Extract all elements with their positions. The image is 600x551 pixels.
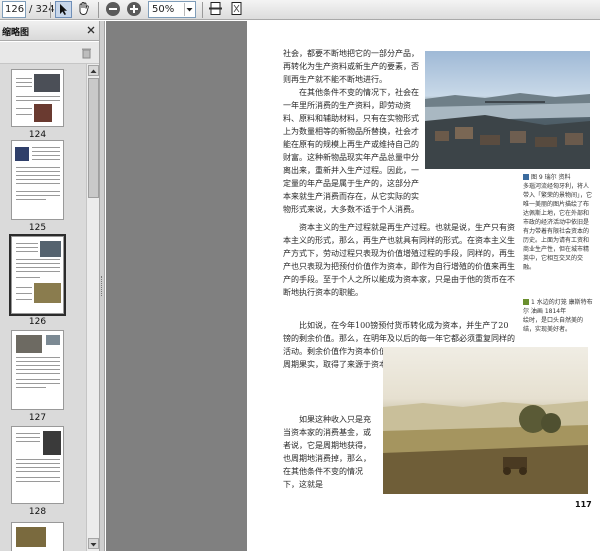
- zoom-out-icon[interactable]: [105, 1, 122, 18]
- text-block-bottom: 如果这种收入只是充当资本家的消费基金，或者说，它是周期地获得，也周期地消费掉，那…: [283, 413, 377, 491]
- caption-title: 图 9 瑞尔 资料: [523, 173, 593, 182]
- thumbnail-label: 124: [28, 130, 47, 140]
- toolbar-separator: [50, 2, 51, 18]
- zoom-level-value: 50%: [152, 4, 175, 15]
- thumbnails-panel-title: 缩略图: [2, 28, 30, 38]
- photo-caption-1: 图 9 瑞尔 资料 多瑙河流经匈牙利，将人带入「繁荣的景物间」，它唯一美丽的图片…: [523, 173, 593, 272]
- thumbnail-page[interactable]: 128: [11, 426, 64, 517]
- paragraph: 在其他条件不变的情况下，社会在一年里所消费的生产资料，即劳动资料、原料和辅助材料…: [283, 88, 419, 214]
- zoom-in-icon[interactable]: [126, 1, 143, 18]
- caption-body: 多瑙河流经匈牙利，将人带入「繁荣的景物间」，它唯一美丽的图片描绘了布达佩斯上地，…: [523, 183, 593, 271]
- caption-marker-icon: [523, 174, 529, 180]
- fit-page-icon[interactable]: [229, 1, 246, 18]
- zoom-level-select[interactable]: 50%: [148, 1, 196, 18]
- thumbnail-list[interactable]: 124 125 126 127 128: [0, 64, 86, 551]
- chevron-down-icon[interactable]: [184, 3, 194, 16]
- thumbnail-page[interactable]: 127: [11, 330, 64, 423]
- trash-icon[interactable]: [81, 47, 92, 62]
- thumbnail-image: [11, 522, 64, 551]
- splitter-grip[interactable]: [101, 276, 103, 296]
- text-block-middle: 资本主义的生产过程就是再生产过程。也就是说，生产只有资本主义的形式，那么，再生产…: [283, 221, 515, 299]
- paragraph: 资本主义的生产过程就是再生产过程。也就是说，生产只有资本主义的形式，那么，再生产…: [283, 223, 515, 297]
- thumbnail-label: 128: [28, 507, 47, 517]
- close-icon[interactable]: [86, 25, 96, 35]
- toolbar: 126 / 324 50%: [0, 0, 600, 20]
- document-view[interactable]: 社会，都要不断地把它的一部分产品，再转化为生产资料或新生产的要素，否则再生产就不…: [106, 21, 600, 551]
- page-number: 117: [575, 500, 592, 509]
- thumbnail-image: [11, 330, 64, 410]
- thumbnail-page[interactable]: 124: [11, 69, 64, 140]
- thumbnail-label: 125: [28, 223, 47, 233]
- thumbnail-label: 127: [28, 413, 47, 423]
- photo-caption-2: 1 水边的灯笼 康斯特布尔 油画 1814年 绘时，是口头自然美的结，实现美好者…: [523, 298, 593, 334]
- toolbar-separator: [202, 2, 203, 18]
- thumbnail-image: [11, 69, 64, 127]
- hand-tool-icon[interactable]: [76, 1, 93, 18]
- caption-marker-icon: [523, 299, 529, 305]
- caption-body: 绘时，是口头自然美的结，实现美好者。: [523, 317, 584, 333]
- thumbnail-image: [11, 426, 64, 504]
- thumbnail-page[interactable]: [11, 522, 64, 551]
- scroll-down-icon[interactable]: [88, 538, 99, 549]
- fit-width-icon[interactable]: [208, 1, 225, 18]
- thumbnail-image: [11, 140, 64, 220]
- panel-splitter[interactable]: [99, 21, 105, 551]
- paragraph: 如果这种收入只是充当资本家的消费基金，或者说，它是周期地获得，也周期地消费掉，那…: [283, 415, 371, 489]
- thumbnails-panel-header: 缩略图: [0, 21, 99, 41]
- text-block-top: 社会，都要不断地把它的一部分产品，再转化为生产资料或新生产的要素，否则再生产就不…: [283, 47, 419, 216]
- document-page: 社会，都要不断地把它的一部分产品，再转化为生产资料或新生产的要素，否则再生产就不…: [247, 21, 600, 551]
- toolbar-separator: [98, 2, 99, 18]
- paragraph: 社会，都要不断地把它的一部分产品，再转化为生产资料或新生产的要素，否则再生产就不…: [283, 49, 419, 84]
- thumbnail-label: 126: [28, 317, 47, 327]
- select-tool-icon[interactable]: [55, 1, 72, 18]
- landscape-painting: [383, 347, 588, 494]
- scroll-up-icon[interactable]: [88, 65, 99, 76]
- thumbnail-page-current[interactable]: 126: [9, 234, 66, 327]
- caption-title: 1 水边的灯笼 康斯特布尔 油画 1814年: [523, 299, 593, 315]
- scrollbar-thumb[interactable]: [88, 78, 99, 198]
- danube-photo: [425, 51, 590, 169]
- thumbnails-toolbar: [0, 42, 99, 64]
- thumbnail-image: [9, 234, 66, 316]
- thumbnail-page[interactable]: 125: [11, 140, 64, 233]
- page-number-input[interactable]: 126: [2, 1, 26, 18]
- thumbnail-scrollbar[interactable]: [86, 64, 99, 551]
